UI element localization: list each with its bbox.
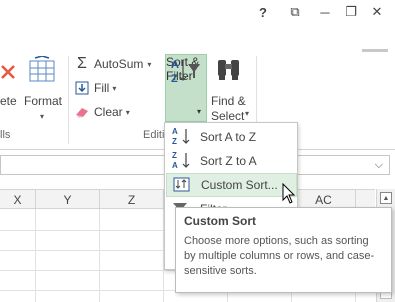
editing-group-label: Editi [143,129,165,141]
help-button[interactable]: ? [250,2,276,22]
chevron-down-icon: ▾ [125,107,130,117]
tooltip-description: Choose more options, such as sorting by … [184,235,375,277]
mouse-pointer-icon [282,183,296,204]
sigma-icon: Σ [77,55,87,72]
find-select-button[interactable]: Find & Select ▾ [209,54,251,124]
column-header-x[interactable]: X [0,190,36,210]
menu-item-label: Sort A to Z [200,130,257,144]
autosum-button[interactable]: Σ AutoSum ▾ [74,54,151,74]
chevron-down-icon: ▾ [147,59,152,69]
find-select-label-line2: Select [211,109,245,123]
column-header-z[interactable]: Z [100,190,164,210]
group-divider [68,56,69,144]
custom-sort-icon [173,175,195,195]
chevron-down-icon: ▾ [40,112,45,121]
chevron-down-icon: ▾ [197,107,202,116]
sort-filter-icon: A Z [171,59,200,85]
maximize-button[interactable]: ❐ [338,2,364,22]
minimize-button[interactable]: ─ [312,2,338,22]
sort-filter-button[interactable]: A Z Sort & Filter ▾ [165,54,207,122]
close-button[interactable]: ✕ [364,2,390,22]
menu-item-sort-a-to-z[interactable]: A Z Sort A to Z [166,125,297,149]
fill-label: Fill [94,81,110,95]
ribbon-display-options-button[interactable]: ⧉ [282,2,308,22]
menu-item-sort-z-to-a[interactable]: Z A Sort Z to A [166,149,297,173]
find-select-label-line1: Find & [211,94,246,108]
menu-item-custom-sort[interactable]: Custom Sort... [166,173,297,197]
format-button[interactable]: Format ▾ [22,54,64,124]
delete-cells-icon [1,65,15,79]
delete-button[interactable]: ete [0,54,20,124]
clear-button[interactable]: Clear ▾ [74,102,130,122]
delete-label: ete [0,94,17,108]
clear-label: Clear [94,105,123,119]
autosum-label: AutoSum [94,57,144,71]
custom-sort-tooltip: Custom Sort Choose more options, such as… [175,207,392,293]
menu-item-label: Custom Sort... [201,178,278,192]
fill-button[interactable]: Fill ▾ [74,78,116,98]
svg-text:A: A [171,59,179,71]
svg-text:Z: Z [171,73,178,85]
account-strip [0,24,395,73]
fill-down-icon [74,80,90,96]
column-header-y[interactable]: Y [36,190,100,210]
binoculars-icon [218,60,239,80]
format-label: Format [24,94,63,108]
menu-item-label: Sort Z to A [200,154,257,168]
tooltip-title: Custom Sort [184,214,256,228]
expand-formula-bar-icon[interactable]: ⌵ [375,159,383,172]
title-bar: ? ⧉ ─ ❐ ✕ [0,0,395,24]
scroll-up-icon[interactable]: ▲ [380,192,392,204]
eraser-icon [74,104,90,120]
cells-group-label: lls [0,129,11,141]
chevron-down-icon: ▾ [245,109,250,118]
format-cells-icon [29,56,55,82]
sort-descending-icon: Z A [172,151,194,171]
chevron-down-icon: ▾ [112,83,117,93]
sort-ascending-icon: A Z [172,127,194,147]
